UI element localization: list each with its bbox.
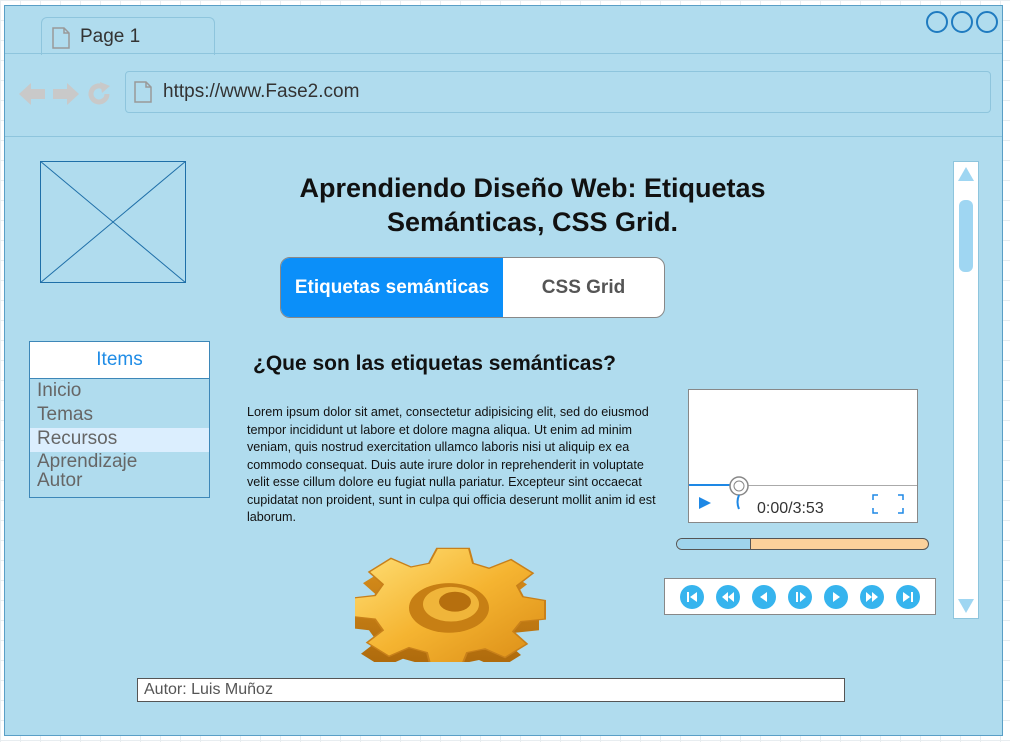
fullscreen-icon[interactable] — [872, 494, 904, 514]
play-icon[interactable] — [823, 584, 849, 610]
body-paragraph: Lorem ipsum dolor sit amet, consectetur … — [247, 405, 656, 524]
pause-icon[interactable] — [787, 584, 813, 610]
maximize-button[interactable] — [951, 11, 973, 33]
timeline-knob[interactable] — [727, 476, 751, 510]
gear-icon — [355, 547, 546, 662]
list-item-recursos[interactable]: Recursos — [30, 428, 209, 452]
list-item-aprendizaje[interactable]: Aprendizaje — [30, 452, 209, 471]
tab-etiquetas-semanticas[interactable]: Etiquetas semánticas — [281, 258, 503, 317]
items-list-panel: Items Inicio Temas Recursos Aprendizaje … — [29, 341, 210, 498]
progress-slider[interactable] — [676, 538, 929, 550]
nav-buttons — [19, 82, 111, 106]
minimize-button[interactable] — [926, 11, 948, 33]
play-icon[interactable] — [698, 496, 712, 510]
media-controls — [664, 578, 936, 615]
tab-title: Page 1 — [80, 26, 141, 47]
items-header: Items — [30, 342, 209, 379]
close-button[interactable] — [976, 11, 998, 33]
tab-switcher: Etiquetas semánticas CSS Grid — [280, 257, 665, 318]
scroll-down-arrow-icon[interactable] — [957, 598, 975, 614]
rewind-icon[interactable] — [715, 584, 741, 610]
author-field[interactable]: Autor: Luis Muñoz — [137, 678, 845, 702]
list-item-temas[interactable]: Temas — [30, 404, 209, 428]
scroll-thumb[interactable] — [959, 200, 973, 272]
scroll-up-arrow-icon[interactable] — [957, 166, 975, 182]
slider-fill — [677, 539, 751, 549]
skip-to-end-icon[interactable] — [895, 584, 921, 610]
previous-icon[interactable] — [751, 584, 777, 610]
list-item-autor[interactable]: Autor — [30, 471, 209, 490]
video-player[interactable]: 0:00/3:53 — [688, 389, 918, 523]
section-title: ¿Que son las etiquetas semánticas? — [253, 352, 616, 375]
browser-window: Page 1 https://www.Fase2.com Aprendiendo… — [4, 5, 1003, 736]
list-item-inicio[interactable]: Inicio — [30, 380, 209, 404]
reload-icon[interactable] — [87, 82, 111, 106]
browser-tab[interactable]: Page 1 — [41, 17, 215, 55]
items-list: Inicio Temas Recursos Aprendizaje Autor — [30, 379, 209, 490]
page-icon — [52, 27, 70, 49]
url-text: https://www.Fase2.com — [163, 81, 360, 102]
fast-forward-icon[interactable] — [859, 584, 885, 610]
skip-to-start-icon[interactable] — [679, 584, 705, 610]
back-arrow-icon[interactable] — [19, 83, 45, 105]
window-controls — [926, 11, 998, 33]
address-bar[interactable]: https://www.Fase2.com — [125, 71, 991, 113]
tab-css-grid[interactable]: CSS Grid — [503, 258, 664, 317]
tabbar-divider — [5, 53, 1002, 54]
vertical-scrollbar[interactable] — [953, 161, 979, 619]
toolbar-divider — [5, 136, 1002, 137]
page-title: Aprendiendo Diseño Web: Etiquetas Semánt… — [299, 173, 766, 237]
video-time: 0:00/3:53 — [757, 500, 824, 517]
page-icon — [134, 81, 152, 103]
image-placeholder — [40, 161, 186, 283]
forward-arrow-icon[interactable] — [53, 83, 79, 105]
